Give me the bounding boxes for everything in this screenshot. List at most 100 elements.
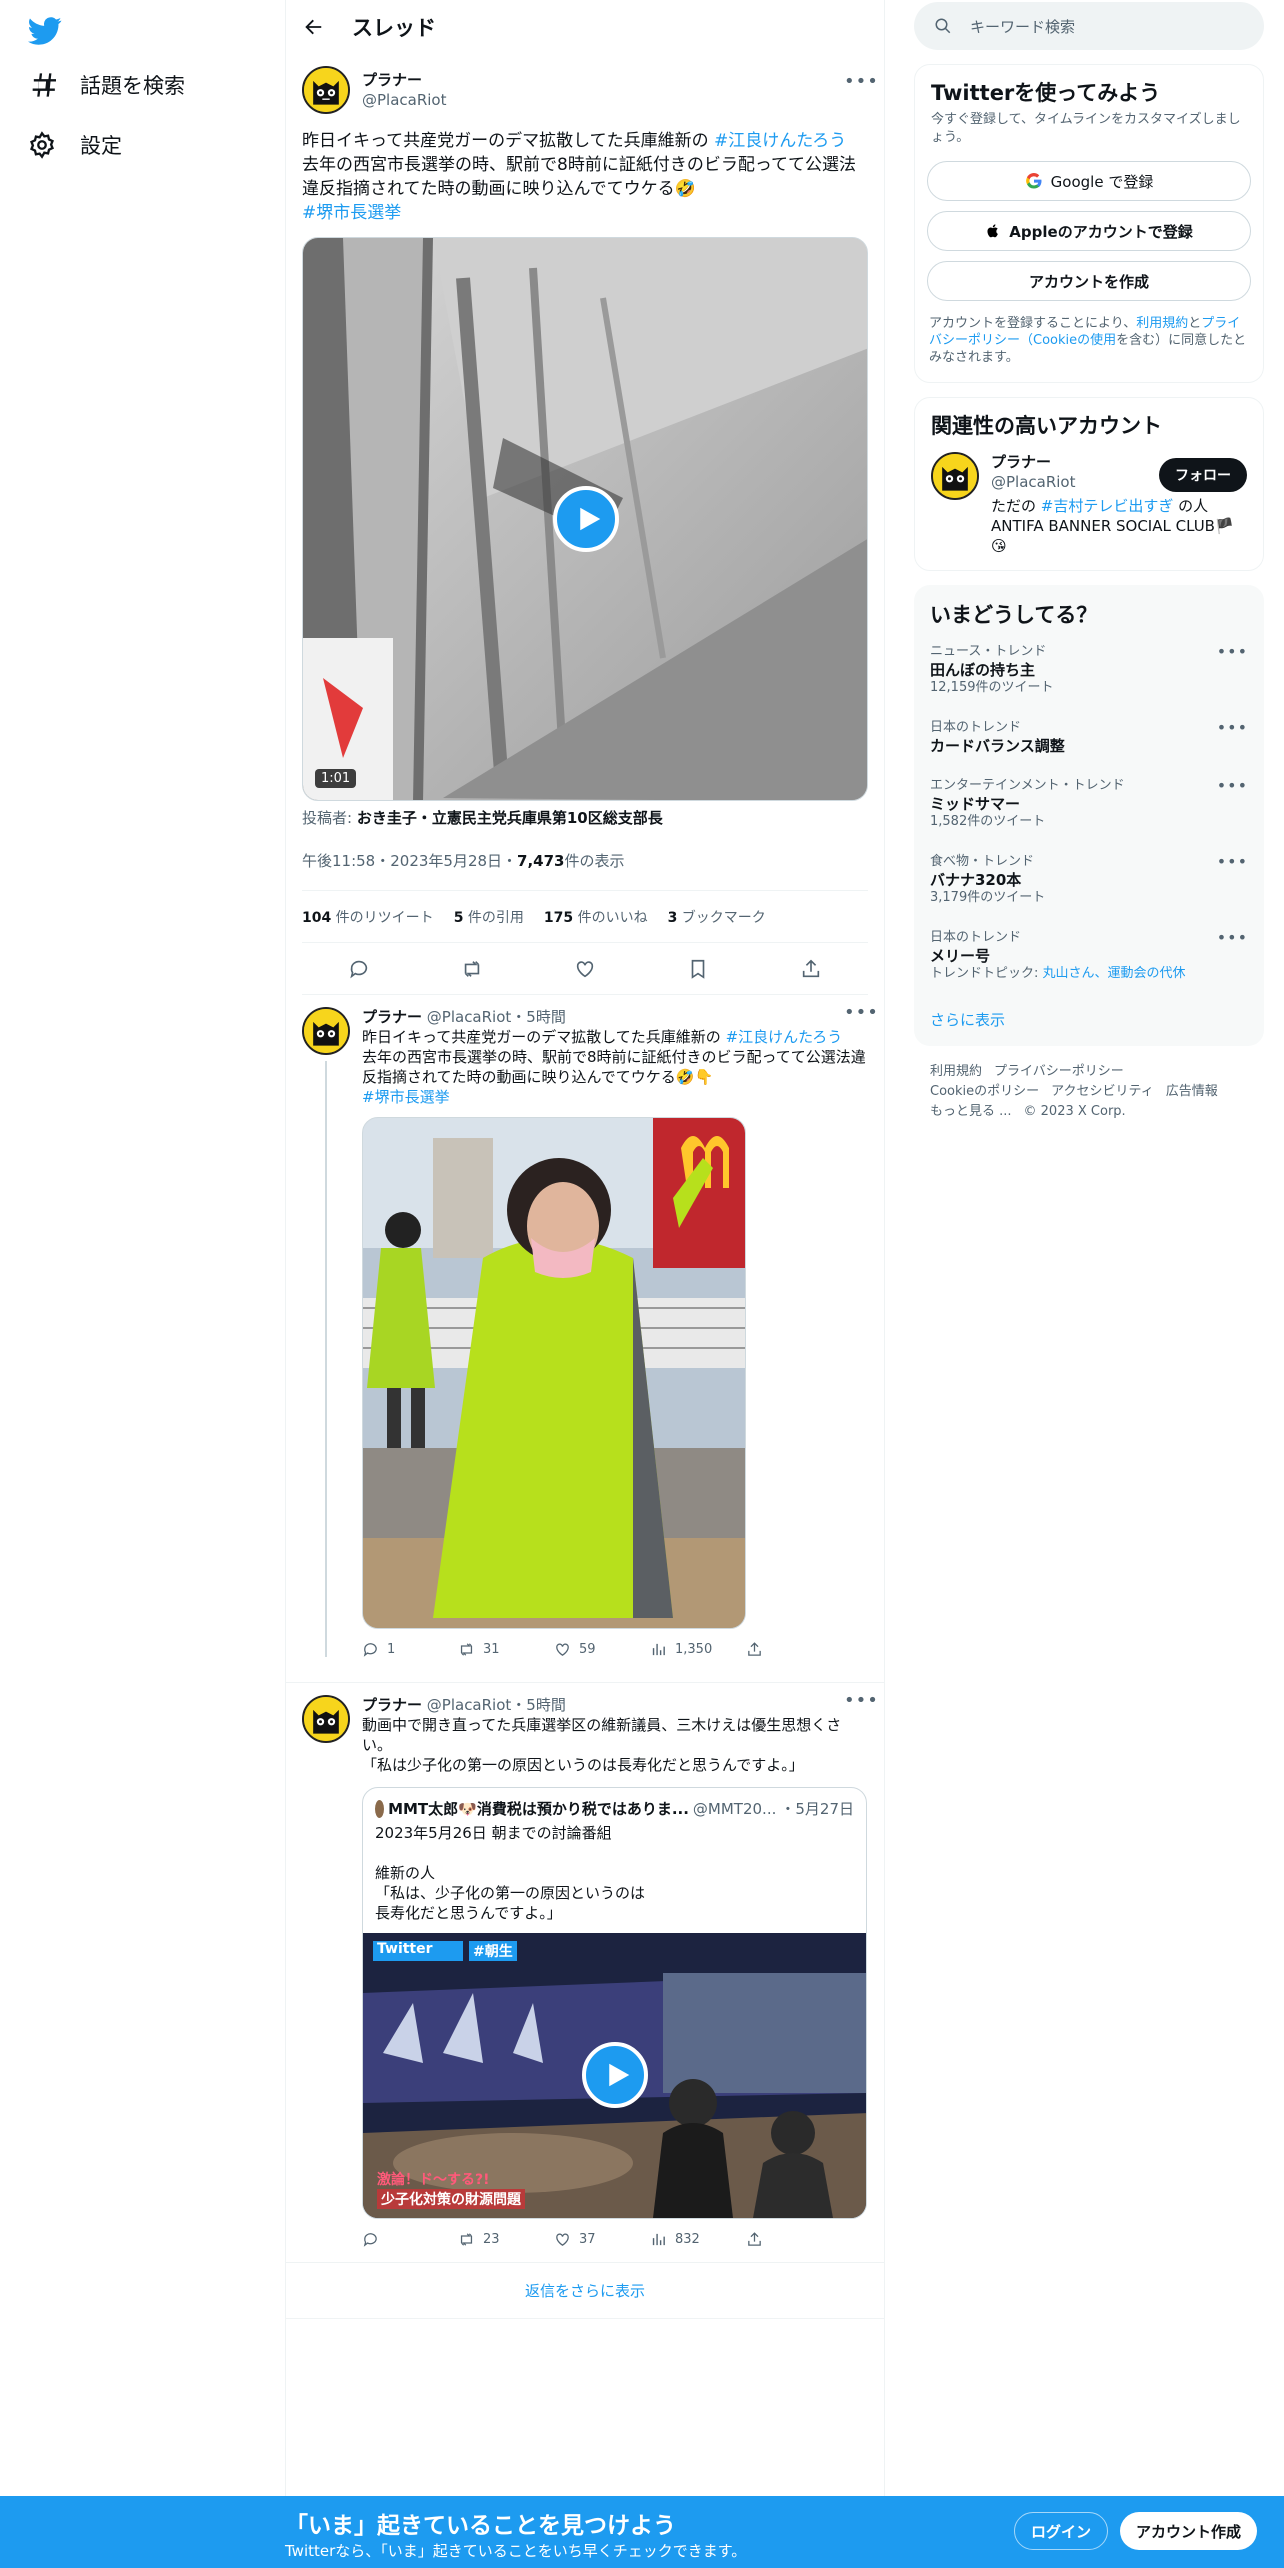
play-button[interactable] xyxy=(553,486,619,552)
play-icon xyxy=(579,507,600,531)
play-button[interactable] xyxy=(582,2042,648,2108)
avatar[interactable] xyxy=(931,452,979,500)
search-bar[interactable]: キーワード検索 xyxy=(914,2,1264,50)
signup-button[interactable]: アカウント作成 xyxy=(1120,2512,1258,2550)
cat-avatar-icon xyxy=(304,1009,348,1053)
reply-icon[interactable] xyxy=(348,958,370,980)
avatar[interactable] xyxy=(302,1007,350,1055)
thread-line xyxy=(325,1061,327,1657)
quote-video[interactable]: Twitter #朝生 激論！ド〜する?! 少子化対策の財源問題 xyxy=(363,1933,866,2218)
main-column: スレッド プラナー @PlacaRiot ••• 昨日イキって共産党ガーのデマ拡… xyxy=(285,0,885,2500)
footer-link[interactable]: アクセシビリティ xyxy=(1051,1084,1154,1099)
footer-link[interactable]: 広告情報 xyxy=(1166,1084,1218,1099)
terms-link[interactable]: 利用規約 xyxy=(1136,316,1188,331)
more-options-icon[interactable]: ••• xyxy=(844,1003,878,1027)
tweet-video[interactable]: 1:01 xyxy=(302,237,868,801)
more-options-icon[interactable]: ••• xyxy=(1217,929,1248,947)
trend-item[interactable]: ニュース・トレンド 田んぼの持ち主 12,159件のツイート ••• xyxy=(914,633,1264,709)
like-button[interactable]: 37 xyxy=(554,2231,650,2248)
tweet-text-part: 去年の西宮市長選挙の時、駅前で8時前に証紙付きのビラ配ってて公選法違反指摘されて… xyxy=(362,1048,866,1086)
view-count: 832 xyxy=(675,2231,700,2247)
trend-item[interactable]: 食べ物・トレンド バナナ320本 3,179件のツイート ••• xyxy=(914,843,1264,919)
more-options-icon[interactable]: ••• xyxy=(1217,643,1248,661)
footer-link[interactable]: もっと見る ... xyxy=(930,1104,1012,1119)
hashtag-link[interactable]: #堺市長選挙 xyxy=(362,1088,450,1106)
display-name[interactable]: プラナー xyxy=(362,1008,422,1026)
reply-icon xyxy=(363,2232,377,2247)
terms-part: と xyxy=(1188,316,1202,331)
reply-tweet[interactable]: プラナー @PlacaRiot・5時間 ••• 昨日イキって共産党ガーのデマ拡散し… xyxy=(286,995,884,1683)
create-account-button[interactable]: アカウントを作成 xyxy=(927,261,1251,301)
like-button[interactable]: 59 xyxy=(554,1641,650,1658)
tweet-time[interactable]: 午後11:58・2023年5月28日・ xyxy=(302,850,517,871)
hashtag-link[interactable]: #江良けんたろう xyxy=(714,131,846,151)
poster-name[interactable]: おき圭子・立憲民主党兵庫県第10区総支部長 xyxy=(357,809,663,827)
photo-woman-green-jacket xyxy=(363,1118,745,1628)
footer-link[interactable]: 利用規約 xyxy=(930,1064,982,1079)
trend-item[interactable]: 日本のトレンド メリー号 トレンドトピック: 丸山さん、運動会の代休 ••• xyxy=(914,919,1264,995)
more-options-icon[interactable]: ••• xyxy=(844,71,878,95)
twitter-bird-icon[interactable] xyxy=(28,14,62,48)
retweet-button[interactable]: 23 xyxy=(458,2231,554,2248)
quote-avatar xyxy=(375,1799,385,1818)
apple-signup-button[interactable]: Appleのアカウントで登録 xyxy=(927,211,1251,251)
nav-settings[interactable]: 設定 xyxy=(28,130,122,160)
share-icon[interactable] xyxy=(800,958,822,980)
google-signup-button[interactable]: Google で登録 xyxy=(927,161,1251,201)
more-options-icon[interactable]: ••• xyxy=(844,1691,878,1715)
views-button[interactable]: 1,350 xyxy=(650,1641,746,1658)
tweet-image[interactable] xyxy=(362,1117,746,1629)
quoted-tweet[interactable]: MMT太郎🐶消費税は預かり税ではありま... @MMT20... ・5月27日 … xyxy=(362,1787,867,2219)
more-options-icon[interactable]: ••• xyxy=(1217,777,1248,795)
like-count: 37 xyxy=(579,2231,596,2247)
avatar[interactable] xyxy=(302,1695,350,1743)
apple-signup-label: Appleのアカウントで登録 xyxy=(1009,222,1193,241)
reply-button[interactable]: 1 xyxy=(362,1641,458,1658)
more-options-icon[interactable]: ••• xyxy=(1217,853,1248,871)
trend-topics-link[interactable]: 丸山さん、運動会の代休 xyxy=(1043,966,1186,981)
footer-link[interactable]: Cookieのポリシー xyxy=(930,1084,1039,1099)
like-stat[interactable]: 175 件のいいね xyxy=(544,907,648,927)
share-button[interactable] xyxy=(746,1641,842,1658)
follow-button[interactable]: フォロー xyxy=(1159,458,1247,492)
heart-icon[interactable] xyxy=(574,958,596,980)
retweet-button[interactable]: 31 xyxy=(458,1641,554,1658)
retweet-stat[interactable]: 104 件のリツイート xyxy=(302,907,434,927)
show-more-replies-link[interactable]: 返信をさらに表示 xyxy=(286,2263,884,2319)
trend-context: 食べ物・トレンド xyxy=(930,854,1035,869)
login-button[interactable]: ログイン xyxy=(1014,2512,1109,2550)
display-name[interactable]: プラナー xyxy=(362,1696,422,1714)
back-arrow-icon[interactable] xyxy=(302,16,324,38)
trend-item[interactable]: 日本のトレンド カードバランス調整 ••• xyxy=(914,709,1264,767)
retweet-icon[interactable] xyxy=(461,958,483,980)
trend-name: メリー号 xyxy=(930,947,991,965)
signup-bottom-bar: 「いま」起きていることを見つけよう Twitterなら、「いま」起きていることを… xyxy=(0,2496,1284,2568)
analytics-icon xyxy=(652,2233,665,2245)
bookmark-stat[interactable]: 3 ブックマーク xyxy=(668,907,766,927)
bio-hashtag-link[interactable]: #吉村テレビ出すぎ xyxy=(1041,497,1174,515)
username: @PlacaRiot xyxy=(362,91,447,109)
views-button[interactable]: 832 xyxy=(650,2231,746,2248)
footer-link[interactable]: プライバシーポリシー xyxy=(994,1064,1124,1079)
main-tweet-author[interactable]: プラナー @PlacaRiot ••• xyxy=(302,65,878,115)
reply-button[interactable] xyxy=(362,2231,458,2248)
related-account[interactable]: プラナー @PlacaRiot ただの #吉村テレビ出すぎ の人 ANTIFA … xyxy=(915,444,1263,570)
reply-actions: 23 37 832 xyxy=(362,2219,868,2259)
analytics-icon xyxy=(652,1643,665,1655)
hashtag-link[interactable]: #堺市長選挙 xyxy=(302,203,401,223)
share-icon xyxy=(748,1641,761,1656)
hashtag-link[interactable]: #江良けんたろう xyxy=(726,1028,843,1046)
hashtag-icon xyxy=(32,73,56,97)
heart-icon xyxy=(556,2233,569,2246)
nav-explore[interactable]: 話題を検索 xyxy=(28,70,185,100)
share-button[interactable] xyxy=(746,2231,842,2248)
more-options-icon[interactable]: ••• xyxy=(1217,719,1248,737)
footer-links: 利用規約 プライバシーポリシー Cookieのポリシー アクセシビリティ 広告情報 も… xyxy=(914,1046,1264,1138)
trend-count: 3,179件のツイート xyxy=(930,890,1046,905)
trend-item[interactable]: エンターテインメント・トレンド ミッドサマー 1,582件のツイート ••• xyxy=(914,767,1264,843)
bookmark-icon[interactable] xyxy=(687,958,709,980)
reply-tweet[interactable]: プラナー @PlacaRiot・5時間 ••• 動画中で開き直ってた兵庫選挙区の維… xyxy=(286,1683,884,2263)
quote-stat[interactable]: 5 件の引用 xyxy=(454,907,524,927)
show-more-trends-link[interactable]: さらに表示 xyxy=(914,995,1264,1046)
avatar[interactable] xyxy=(302,66,350,114)
